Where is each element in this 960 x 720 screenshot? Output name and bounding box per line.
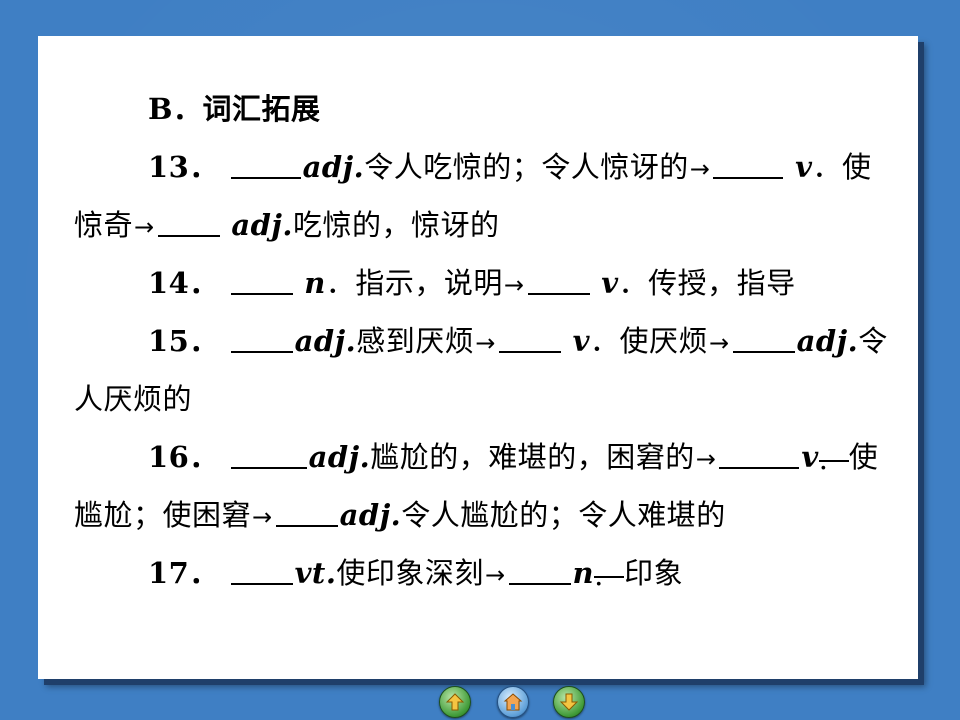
item-15-blank-1[interactable] [230, 321, 293, 353]
item-15-pos-3: adj. [796, 324, 859, 358]
item-16-line-2: 尴尬；使困窘→ adj.令人尴尬的；令人难堪的 [74, 486, 886, 544]
item-14-line-1: 14． n．指示，说明→ v．传授，指导 [74, 254, 886, 312]
home-button[interactable] [497, 686, 529, 718]
item-13-line-2: 惊奇→ adj.吃惊的，惊讶的 [74, 196, 886, 254]
item-17-pos-2: n [572, 556, 595, 590]
item-16-line-1: 16． adj.尴尬的，难堪的，困窘的→ v. 使 [74, 428, 886, 486]
arrow-icon: → [475, 329, 496, 357]
item-17-underline: . [594, 546, 625, 592]
item-16-text-4: 尴尬；使困窘 [74, 498, 252, 532]
arrow-right-icon [559, 693, 579, 711]
item-14-text-2: ．传授，指导 [618, 266, 796, 300]
section-heading: B．词汇拓展 [74, 80, 886, 138]
item-16-blank-1[interactable] [230, 437, 307, 469]
item-14-pos-2: v [601, 266, 619, 300]
item-15-number: 15． [148, 324, 219, 358]
arrow-icon: → [689, 155, 711, 183]
item-16-underline: . [818, 430, 849, 476]
item-13-pos-1: adj. [302, 150, 365, 184]
item-15-line-2: 人厌烦的 [74, 370, 886, 428]
arrow-icon: → [503, 271, 525, 299]
item-17-blank-2[interactable] [508, 553, 571, 585]
item-17-text-3: 印象 [624, 556, 684, 590]
arrow-icon: → [708, 329, 730, 357]
item-13-blank-2[interactable] [713, 147, 784, 179]
item-15-text-4: 人厌烦的 [74, 382, 193, 416]
item-14-blank-1[interactable] [230, 263, 293, 295]
item-15-blank-2[interactable] [498, 321, 561, 353]
item-15-blank-3[interactable] [732, 321, 795, 353]
item-15-pos-1: adj. [294, 324, 357, 358]
item-16-pos-2: v [801, 440, 819, 474]
item-13-text-1: 令人吃惊的；令人惊讶的 [364, 150, 689, 184]
item-13-text-4: 吃惊的，惊讶的 [293, 208, 500, 242]
home-icon [503, 693, 523, 711]
next-button[interactable] [553, 686, 585, 718]
item-16-text-3: 使 [848, 440, 879, 474]
exercise-content: B．词汇拓展 13． adj.令人吃惊的；令人惊讶的→ v．使 惊奇→ adj.… [74, 80, 888, 602]
item-14-blank-2[interactable] [527, 263, 590, 295]
item-16-text-2: . [818, 442, 829, 476]
item-13-line-1: 13． adj.令人吃惊的；令人惊讶的→ v．使 [74, 138, 886, 196]
item-17-line-1: 17． vt.使印象深刻→ n. 印象 [74, 544, 886, 602]
item-15-pos-2: v [572, 324, 590, 358]
item-17-text-2: . [594, 558, 604, 592]
item-13-pos-3: adj. [231, 208, 294, 242]
item-16-blank-2[interactable] [719, 437, 800, 469]
item-17-blank-1[interactable] [230, 553, 293, 585]
item-16-pos-1: adj. [308, 440, 371, 474]
item-13-text-2: ．使 [812, 150, 872, 184]
arrow-icon: → [134, 213, 155, 241]
item-17-text-1: 使印象深刻 [336, 556, 484, 590]
item-13-number: 13． [148, 150, 219, 184]
section-heading-text: B．词汇拓展 [148, 92, 321, 126]
item-13-blank-1[interactable] [230, 147, 301, 179]
arrow-left-icon [445, 693, 465, 711]
item-15-text-1: 感到厌烦 [356, 324, 475, 358]
arrow-icon: → [484, 561, 506, 589]
item-16-number: 16． [148, 440, 219, 474]
item-15-text-2: ．使厌烦 [589, 324, 708, 358]
item-14-number: 14． [148, 266, 219, 300]
arrow-icon: → [695, 445, 717, 473]
item-17-number: 17． [148, 556, 219, 590]
item-16-blank-3[interactable] [275, 495, 338, 527]
arrow-icon: → [252, 503, 273, 531]
item-16-text-1: 尴尬的，难堪的，困窘的 [370, 440, 695, 474]
item-17-pos-1: vt. [294, 556, 337, 590]
item-16-pos-3: adj. [339, 498, 402, 532]
item-13-pos-2: v [795, 150, 813, 184]
item-13-text-3: 惊奇 [74, 208, 134, 242]
prev-button[interactable] [439, 686, 471, 718]
item-16-text-5: 令人尴尬的；令人难堪的 [401, 498, 726, 532]
item-13-blank-3[interactable] [157, 205, 220, 237]
content-panel: B．词汇拓展 13． adj.令人吃惊的；令人惊讶的→ v．使 惊奇→ adj.… [38, 36, 918, 679]
item-14-text-1: ．指示，说明 [325, 266, 503, 300]
item-14-pos-1: n [304, 266, 326, 300]
item-15-line-1: 15． adj.感到厌烦→ v．使厌烦→ adj.令 [74, 312, 888, 370]
item-15-text-3: 令 [858, 324, 888, 358]
